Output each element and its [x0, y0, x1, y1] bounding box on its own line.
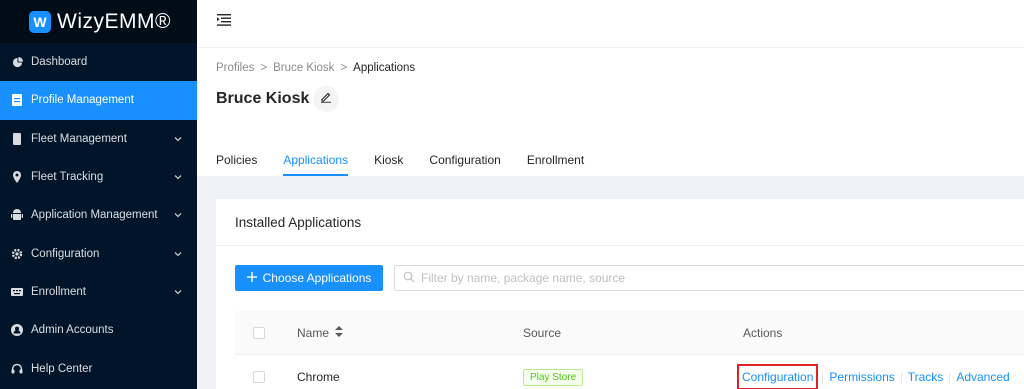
- row-select-cell: [253, 355, 265, 389]
- tab-enrollment[interactable]: Enrollment: [527, 146, 584, 176]
- breadcrumb-item-profile[interactable]: Bruce Kiosk: [273, 62, 334, 74]
- breadcrumb-item-current: Applications: [353, 62, 416, 74]
- app-source-cell: Play Store: [523, 355, 584, 389]
- sidebar-item-label: Application Management: [31, 209, 158, 222]
- sidebar-item-label: Help Center: [31, 362, 93, 375]
- gear-icon: [11, 248, 23, 260]
- chevron-down-icon[interactable]: [173, 134, 183, 147]
- tab-configuration[interactable]: Configuration: [429, 146, 500, 176]
- search-icon: [403, 271, 415, 286]
- headset-icon: [11, 363, 23, 375]
- sidebar-item-enrollment[interactable]: Enrollment: [0, 273, 197, 311]
- sidebar-item-label: Dashboard: [31, 56, 88, 69]
- phone-icon: [11, 132, 23, 145]
- app-logo[interactable]: W WizyEMM®: [0, 0, 197, 43]
- plus-icon: [246, 271, 257, 285]
- table-header: Name Source Actions: [235, 311, 1024, 355]
- sidebar-item-fleet-tracking[interactable]: Fleet Tracking: [0, 158, 197, 196]
- action-separator: [949, 371, 951, 383]
- source-badge: Play Store: [523, 368, 584, 386]
- tracks-action-link[interactable]: Tracks: [908, 370, 944, 384]
- permissions-action-link[interactable]: Permissions: [829, 370, 894, 384]
- app-name: WizyEMM®: [57, 9, 171, 33]
- pencil-icon: [320, 90, 332, 108]
- table-row: Chrome Play Store Configuration Permissi…: [235, 355, 1024, 389]
- sidebar-item-fleet-management[interactable]: Fleet Management: [0, 120, 197, 158]
- location-icon: [11, 171, 23, 184]
- row-checkbox[interactable]: [253, 371, 265, 383]
- sort-icon[interactable]: [335, 326, 344, 340]
- page-title: Bruce Kiosk: [216, 86, 340, 112]
- filter-search-box[interactable]: [394, 265, 1024, 291]
- card-title: Installed Applications: [216, 199, 1024, 246]
- select-all-cell: [253, 311, 265, 355]
- edit-title-button[interactable]: [313, 86, 340, 112]
- sidebar-item-label: Profile Management: [31, 94, 134, 107]
- choose-applications-label: Choose Applications: [262, 271, 372, 285]
- advanced-action-link[interactable]: Advanced: [956, 370, 1009, 384]
- choose-applications-button[interactable]: Choose Applications: [235, 265, 383, 291]
- app-actions-cell: Configuration Permissions Tracks Advance…: [736, 355, 1010, 389]
- column-name-label: Name: [297, 326, 330, 340]
- breadcrumb-separator: >: [260, 62, 268, 74]
- logo-badge: W: [29, 10, 51, 33]
- installed-applications-card: Installed Applications Choose Applicatio…: [216, 199, 1024, 389]
- sidebar-item-label: Fleet Tracking: [31, 171, 104, 184]
- sidebar-item-application-management[interactable]: Application Management: [0, 196, 197, 234]
- chevron-down-icon[interactable]: [173, 287, 183, 300]
- sidebar-item-label: Admin Accounts: [31, 324, 114, 337]
- action-separator: [900, 371, 902, 383]
- sidebar: W WizyEMM® Dashboard Profile Management …: [0, 0, 197, 389]
- select-all-checkbox[interactable]: [253, 327, 265, 339]
- sidebar-item-help-center[interactable]: Help Center: [0, 349, 197, 387]
- sidebar-item-label: Fleet Management: [31, 132, 127, 145]
- keyboard-icon: [11, 286, 23, 298]
- sidebar-item-profile-management[interactable]: Profile Management: [0, 81, 197, 120]
- breadcrumb: Profiles > Bruce Kiosk > Applications: [216, 62, 415, 74]
- chevron-down-icon[interactable]: [173, 249, 183, 262]
- dashboard-icon: [11, 56, 23, 68]
- sidebar-item-label: Configuration: [31, 247, 100, 260]
- sidebar-item-configuration[interactable]: Configuration: [0, 234, 197, 272]
- column-header-actions: Actions: [743, 326, 783, 340]
- app-name-cell: Chrome: [297, 370, 340, 384]
- menu-fold-icon[interactable]: [217, 13, 231, 29]
- filter-search-input[interactable]: [421, 271, 921, 285]
- chevron-down-icon[interactable]: [173, 172, 183, 185]
- chevron-down-icon[interactable]: [173, 210, 183, 223]
- page-title-text: Bruce Kiosk: [216, 90, 310, 107]
- page-header: Profiles > Bruce Kiosk > Applications Br…: [197, 48, 1024, 176]
- configuration-action-link[interactable]: Configuration: [736, 364, 819, 389]
- column-header-name[interactable]: Name: [297, 311, 344, 355]
- profile-tabs: Policies Applications Kiosk Configuratio…: [216, 146, 610, 176]
- column-header-source: Source: [523, 326, 562, 340]
- sidebar-item-admin-accounts[interactable]: Admin Accounts: [0, 311, 197, 349]
- applications-table: Name Source Actions Chrome Play Store Co…: [235, 311, 1024, 389]
- tab-applications[interactable]: Applications: [283, 146, 348, 176]
- breadcrumb-separator: >: [340, 62, 348, 74]
- sidebar-item-label: Enrollment: [31, 285, 86, 298]
- breadcrumb-item-profiles[interactable]: Profiles: [216, 62, 254, 74]
- tab-kiosk[interactable]: Kiosk: [374, 146, 403, 176]
- admin-icon: [11, 324, 23, 337]
- tab-policies[interactable]: Policies: [216, 146, 257, 176]
- sidebar-item-dashboard[interactable]: Dashboard: [0, 43, 197, 81]
- top-header: [197, 0, 1024, 48]
- android-icon: [11, 209, 23, 221]
- action-separator: [822, 371, 824, 383]
- profile-icon: [11, 94, 23, 107]
